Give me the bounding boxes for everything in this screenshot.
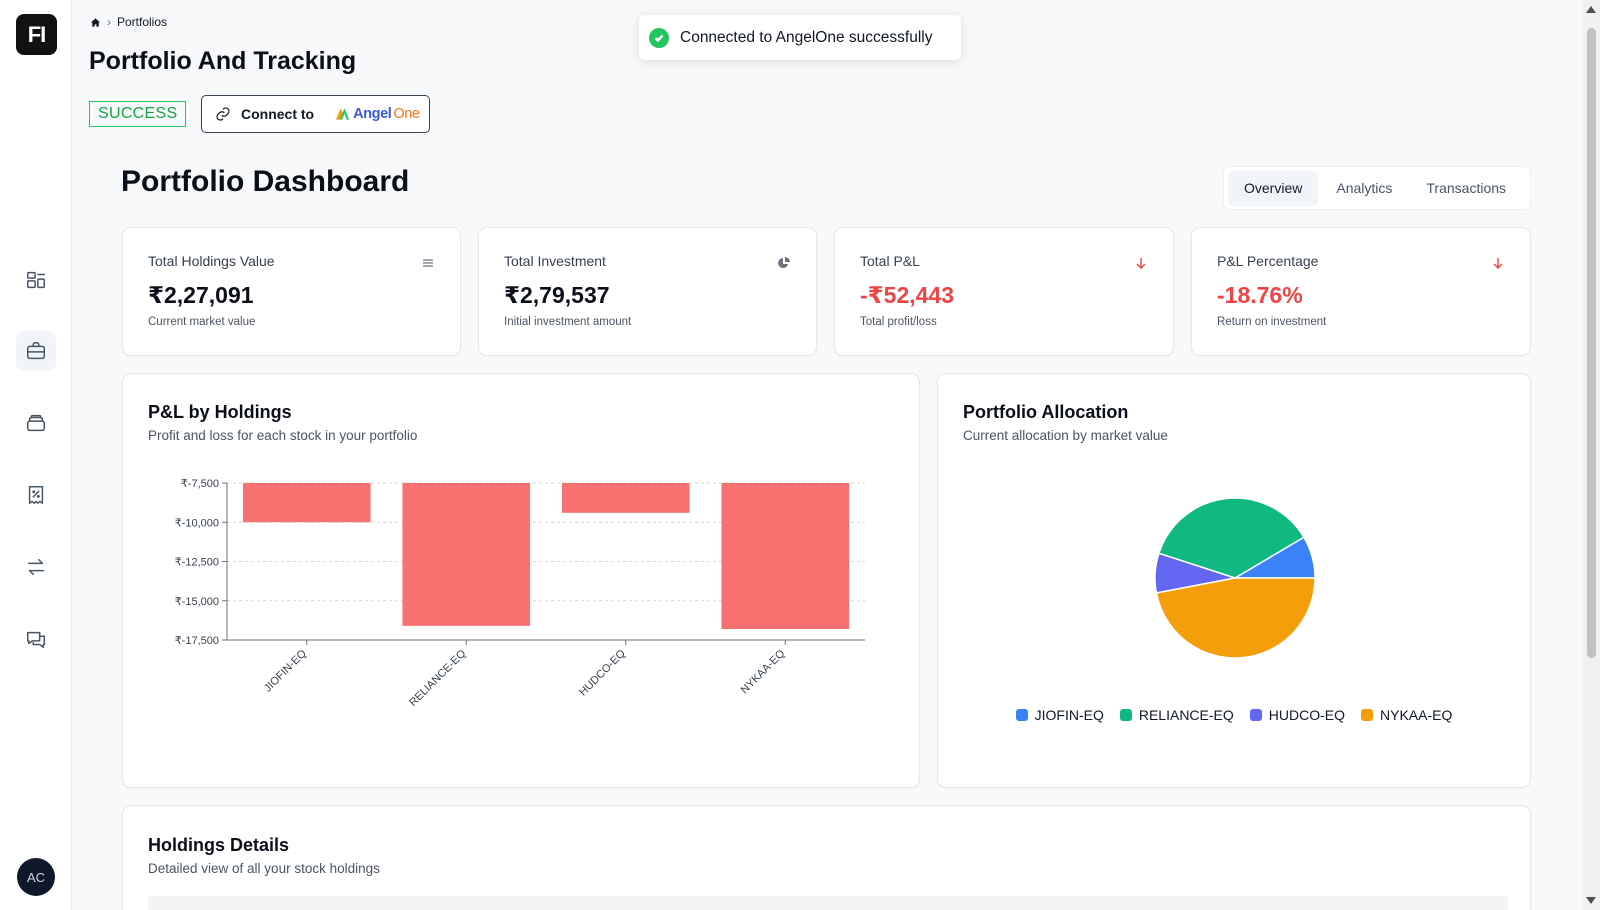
legend-swatch	[1249, 709, 1262, 721]
legend-item[interactable]: JIOFIN-EQ	[1015, 707, 1104, 723]
y-tick-label: ₹-15,000	[175, 596, 219, 608]
sidebar-item-tax[interactable]	[16, 475, 56, 515]
briefcase-icon	[27, 342, 45, 360]
tab-transactions[interactable]: Transactions	[1410, 171, 1522, 206]
stat-value: ₹2,79,537	[504, 282, 610, 308]
connect-label: Connect to	[241, 106, 315, 122]
stat-value: ₹2,27,091	[148, 282, 254, 308]
stat-label: Total P&L	[860, 253, 920, 269]
sidebar-item-accounts[interactable]	[16, 403, 56, 443]
stat-value: -18.76%	[1217, 282, 1303, 308]
breadcrumb-separator: ›	[107, 15, 111, 29]
tab-overview[interactable]: Overview	[1228, 170, 1319, 206]
arrow-down-icon	[1493, 258, 1503, 269]
dashboard-title: Portfolio Dashboard	[121, 165, 410, 198]
dashboard-icon	[27, 271, 45, 289]
pie-slice[interactable]	[1155, 577, 1316, 659]
bar[interactable]	[402, 483, 531, 626]
connect-angelone-button[interactable]: Connect to Angel One	[201, 95, 430, 133]
sidebar-item-chat[interactable]	[16, 619, 56, 659]
holdings-table-header	[148, 896, 1508, 910]
toast-message: Connected to AngelOne successfully	[680, 28, 933, 46]
page-scrollbar[interactable]	[1582, 0, 1600, 910]
pl-bar-chart: ₹-7,500 ₹-10,000 ₹-12,500 ₹-15,000 ₹-17,500 J…	[175, 478, 865, 709]
success-toast: Connected to AngelOne successfully	[639, 15, 961, 60]
scroll-down-arrow[interactable]	[1586, 897, 1596, 904]
x-tick-label: HUDCO-EQ	[577, 647, 628, 698]
stat-sub: Total profit/loss	[860, 316, 937, 328]
link-icon	[216, 107, 230, 121]
sidebar-item-dashboard[interactable]	[16, 260, 56, 300]
x-tick-label: RELIANCE-EQ	[407, 647, 469, 709]
legend-item[interactable]: NYKAA-EQ	[1361, 707, 1452, 723]
legend-label: NYKAA-EQ	[1380, 707, 1453, 723]
pie-icon	[778, 257, 790, 268]
dashboard-tabs: Overview Analytics Transactions	[1223, 166, 1531, 210]
stat-label: Total Investment	[504, 253, 606, 269]
y-tick-label: ₹-17,500	[175, 635, 219, 647]
x-tick-label: JIOFIN-EQ	[262, 647, 309, 694]
legend-swatch	[1119, 709, 1132, 721]
tab-analytics[interactable]: Analytics	[1320, 171, 1408, 206]
bar[interactable]	[721, 483, 850, 630]
legend-label: JIOFIN-EQ	[1034, 707, 1104, 723]
scroll-up-arrow[interactable]	[1586, 6, 1596, 13]
stat-sub: Return on investment	[1217, 316, 1327, 328]
pl-by-holdings-card: P&L by Holdings Profit and loss for each…	[122, 373, 920, 788]
angelone-logo-mark	[336, 108, 350, 120]
allocation-pie-chart	[1154, 497, 1316, 659]
y-tick-label: ₹-12,500	[175, 557, 219, 569]
stat-card-holdings: Total Holdings Value ₹2,27,091 Current m…	[122, 227, 461, 356]
stat-card-pnl: Total P&L -₹52,443 Total profit/loss	[834, 227, 1174, 356]
card-title: Holdings Details	[148, 835, 290, 855]
chat-icon	[27, 631, 45, 648]
stat-label: Total Holdings Value	[148, 253, 275, 269]
legend-swatch	[1015, 709, 1028, 721]
stat-value: -₹52,443	[860, 282, 955, 308]
legend-label: RELIANCE-EQ	[1138, 707, 1234, 723]
app-logo[interactable]: FI	[16, 14, 57, 55]
bar[interactable]	[561, 483, 690, 513]
arrow-down-icon	[1136, 258, 1146, 269]
stat-label: P&L Percentage	[1217, 253, 1319, 269]
home-icon[interactable]	[90, 17, 101, 28]
legend-item[interactable]: HUDCO-EQ	[1249, 707, 1346, 723]
sidebar-item-transfers[interactable]	[16, 547, 56, 587]
y-tick-label: ₹-10,000	[175, 517, 219, 529]
holdings-details-card: Holdings Details Detailed view of all yo…	[122, 805, 1531, 910]
angelone-logo: Angel One	[336, 106, 420, 122]
receipt-percent-icon	[28, 486, 44, 504]
y-tick-label: ₹-7,500	[181, 478, 219, 490]
breadcrumb: › Portfolios	[90, 15, 167, 29]
avatar[interactable]: AC	[17, 858, 55, 896]
stat-sub: Initial investment amount	[504, 316, 632, 328]
sidebar-item-portfolio[interactable]	[16, 331, 56, 371]
legend-item[interactable]: RELIANCE-EQ	[1119, 707, 1234, 723]
card-subtitle: Detailed view of all your stock holdings	[148, 861, 380, 876]
sidebar: FI AC	[0, 0, 72, 910]
legend-label: HUDCO-EQ	[1268, 707, 1346, 723]
page-title: Portfolio And Tracking	[89, 47, 357, 75]
bar[interactable]	[242, 483, 371, 523]
portfolio-allocation-card: Portfolio Allocation Current allocation …	[937, 373, 1531, 788]
chart-legend: JIOFIN-EQ RELIANCE-EQ HUDCO-EQ NYKAA-EQ	[938, 707, 1530, 723]
legend-swatch	[1361, 709, 1374, 721]
stat-card-pnl-percent: P&L Percentage -18.76% Return on investm…	[1191, 227, 1531, 356]
x-tick-label: NYKAA-EQ	[739, 647, 788, 696]
breadcrumb-current[interactable]: Portfolios	[117, 15, 167, 29]
stat-sub: Current market value	[148, 316, 256, 328]
scroll-thumb[interactable]	[1587, 28, 1596, 658]
status-badge: SUCCESS	[89, 101, 187, 127]
list-icon	[423, 259, 433, 267]
layers-icon	[27, 414, 45, 432]
arrows-swap-icon	[27, 558, 45, 576]
stat-card-investment: Total Investment ₹2,79,537 Initial inves…	[478, 227, 817, 356]
check-circle-icon	[649, 27, 669, 48]
